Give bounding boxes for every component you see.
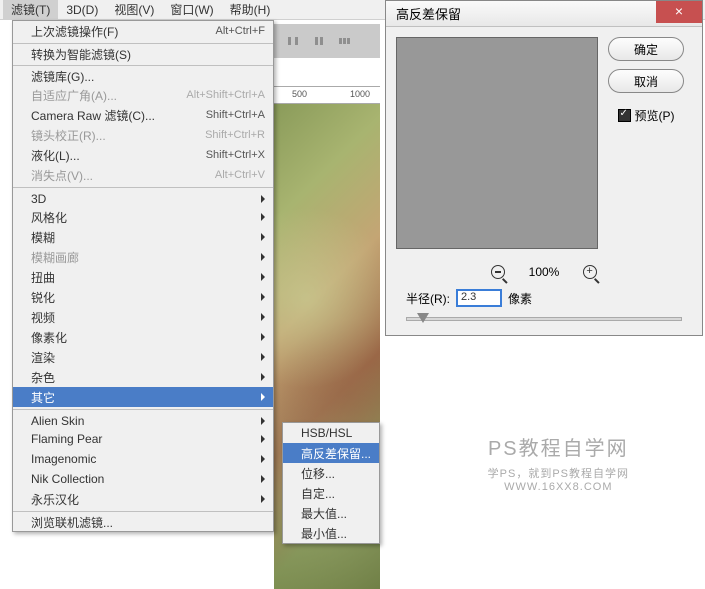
watermark-line2: WWW.16XX8.COM [488,481,629,493]
watermark-line1: 学PS，就到PS教程自学网 [488,465,629,481]
chevron-right-icon [261,475,265,483]
menu-flaming-pear[interactable]: Flaming Pear [13,429,273,449]
chevron-right-icon [261,393,265,401]
ok-button[interactable]: 确定 [608,37,684,61]
menu-3d[interactable]: 3D(D) [58,1,106,19]
menu-filter[interactable]: 滤镜(T) [3,0,58,20]
menu-blur-gallery: 模糊画廊 [13,247,273,267]
submenu-max[interactable]: 最大值... [283,503,379,523]
chevron-right-icon [261,495,265,503]
menu-distort[interactable]: 扭曲 [13,267,273,287]
menu-nik[interactable]: Nik Collection [13,469,273,489]
cancel-button[interactable]: 取消 [608,69,684,93]
menu-video[interactable]: 视频 [13,307,273,327]
menu-camera-raw[interactable]: Camera Raw 滤镜(C)...Shift+Ctrl+A [13,105,273,125]
other-submenu: HSB/HSL 高反差保留... 位移... 自定... 最大值... 最小值.… [282,422,380,544]
menu-filter-gallery[interactable]: 滤镜库(G)... [13,65,273,85]
close-button[interactable]: × [656,1,702,23]
menu-help[interactable]: 帮助(H) [222,0,279,20]
preview-checkbox-row[interactable]: 预览(P) [608,107,684,124]
chevron-right-icon [261,293,265,301]
dialog-title-text: 高反差保留 [396,4,461,23]
filter-dropdown: 上次滤镜操作(F)Alt+Ctrl+F 转换为智能滤镜(S) 滤镜库(G)...… [12,20,274,532]
zoom-in-icon[interactable] [583,265,597,279]
preview-label: 预览(P) [635,107,675,124]
submenu-offset[interactable]: 位移... [283,463,379,483]
watermark: PS教程自学网 学PS，就到PS教程自学网 WWW.16XX8.COM [488,432,629,493]
chevron-right-icon [261,333,265,341]
chevron-right-icon [261,253,265,261]
menu-noise[interactable]: 杂色 [13,367,273,387]
radius-row: 半径(R): 2.3 像素 [386,285,702,311]
zoom-controls: 100% [386,259,702,285]
menu-liquify[interactable]: 液化(L)...Shift+Ctrl+X [13,145,273,165]
dialog-titlebar[interactable]: 高反差保留 × [386,1,702,27]
submenu-custom[interactable]: 自定... [283,483,379,503]
menu-other[interactable]: 其它 [13,387,273,407]
menu-render[interactable]: 渲染 [13,347,273,367]
menu-vanishing: 消失点(V)...Alt+Ctrl+V [13,165,273,185]
radius-input[interactable]: 2.3 [456,289,502,307]
menu-sharpen[interactable]: 锐化 [13,287,273,307]
highpass-dialog: 高反差保留 × 确定 取消 预览(P) 100% 半径(R): 2.3 像素 [385,0,703,336]
menu-stylize[interactable]: 风格化 [13,207,273,227]
radius-slider[interactable] [406,317,682,321]
chevron-right-icon [261,417,265,425]
chevron-right-icon [261,353,265,361]
chevron-right-icon [261,313,265,321]
menu-view[interactable]: 视图(V) [106,0,162,20]
watermark-title: PS教程自学网 [488,432,629,461]
menu-adaptive: 自适应广角(A)...Alt+Shift+Ctrl+A [13,85,273,105]
chevron-right-icon [261,273,265,281]
menu-imagenomic[interactable]: Imagenomic [13,449,273,469]
align-icon-2[interactable] [312,34,326,48]
menu-window[interactable]: 窗口(W) [162,0,221,20]
ruler: 500 1000 [274,86,380,104]
chevron-right-icon [261,195,265,203]
menu-lens: 镜头校正(R)...Shift+Ctrl+R [13,125,273,145]
radius-label: 半径(R): [406,290,450,307]
ruler-tick: 1000 [350,89,370,99]
submenu-hsb[interactable]: HSB/HSL [283,423,379,443]
chevron-right-icon [261,455,265,463]
menu-browse-online[interactable]: 浏览联机滤镜... [13,511,273,531]
zoom-level: 100% [529,265,560,279]
radius-unit: 像素 [508,290,532,307]
align-icon-3[interactable] [338,34,352,48]
preview-area[interactable] [396,37,598,249]
checkbox-icon[interactable] [618,109,631,122]
chevron-right-icon [261,233,265,241]
submenu-highpass[interactable]: 高反差保留... [283,443,379,463]
slider-thumb-icon[interactable] [417,313,429,323]
menu-3d-sub[interactable]: 3D [13,187,273,207]
toolbar-strip [274,24,380,58]
chevron-right-icon [261,373,265,381]
menu-smart-filter[interactable]: 转换为智能滤镜(S) [13,43,273,63]
menu-pixelate[interactable]: 像素化 [13,327,273,347]
close-icon: × [675,3,683,19]
chevron-right-icon [261,435,265,443]
align-icon-1[interactable] [286,34,300,48]
menu-alien-skin[interactable]: Alien Skin [13,409,273,429]
menu-yongle[interactable]: 永乐汉化 [13,489,273,509]
zoom-out-icon[interactable] [491,265,505,279]
chevron-right-icon [261,213,265,221]
menu-last-filter[interactable]: 上次滤镜操作(F)Alt+Ctrl+F [13,21,273,41]
submenu-min[interactable]: 最小值... [283,523,379,543]
ruler-tick: 500 [292,89,307,99]
menu-blur[interactable]: 模糊 [13,227,273,247]
